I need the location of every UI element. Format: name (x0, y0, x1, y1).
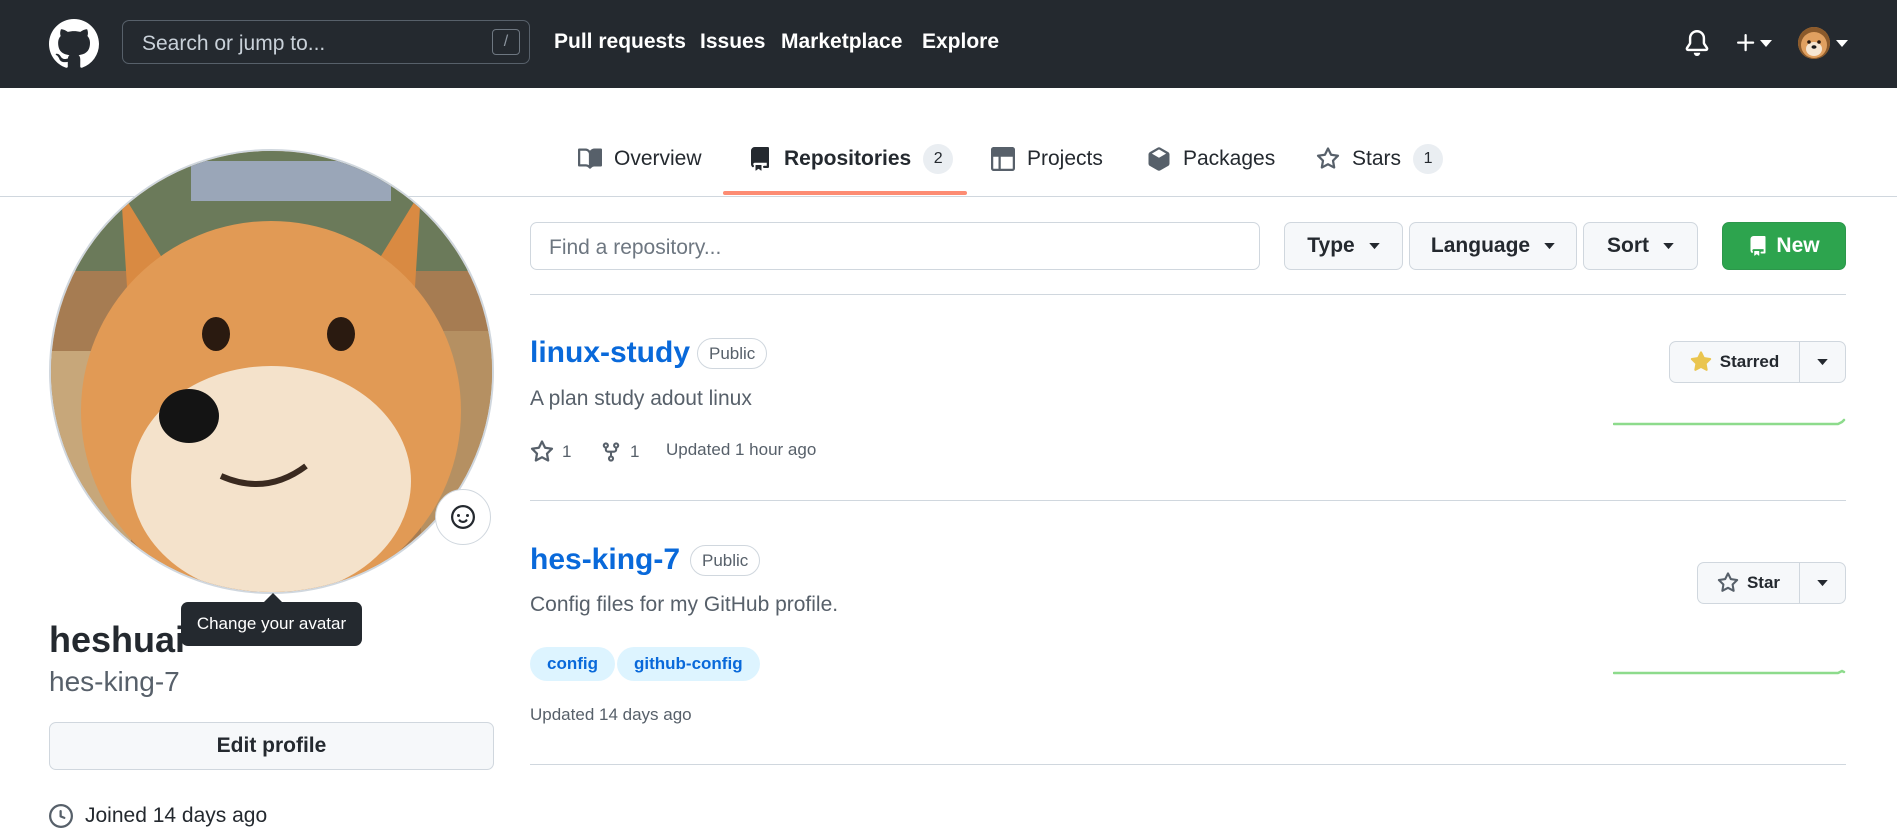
repo-link-hes-king-7[interactable]: hes-king-7 (530, 543, 680, 577)
updated-text: Updated 14 days ago (530, 705, 692, 724)
profile-username: hes-king-7 (49, 666, 180, 697)
language-filter-label: Language (1430, 234, 1531, 257)
star-icon (530, 440, 554, 462)
package-icon (1148, 147, 1170, 171)
star-lists-dropdown[interactable] (1800, 342, 1845, 382)
topic-tag[interactable]: github-config (617, 647, 760, 681)
type-filter-button[interactable]: Type (1284, 222, 1403, 270)
search-shortcut-key: / (492, 29, 520, 55)
find-repository-placeholder: Find a repository... (549, 236, 722, 259)
profile-fullname: heshuai (49, 619, 186, 660)
star-icon (1316, 147, 1340, 169)
tab-packages[interactable]: Packages (1147, 143, 1275, 197)
header-search-input[interactable]: Search or jump to... / (122, 20, 530, 64)
visibility-badge: Public (697, 338, 768, 369)
avatar-caret-down-icon[interactable] (1836, 40, 1848, 48)
topic-tag[interactable]: config (530, 647, 615, 681)
github-logo-icon[interactable] (49, 19, 99, 69)
notification-bell-icon[interactable] (1684, 29, 1710, 57)
repo-icon (751, 147, 769, 171)
repo-icon (1750, 236, 1766, 256)
tab-overview[interactable]: Overview (578, 143, 702, 197)
type-filter-label: Type (1307, 234, 1355, 257)
caret-down-icon (1817, 579, 1828, 586)
divider (530, 764, 1846, 765)
avatar-tooltip: Change your avatar (181, 602, 362, 646)
divider (530, 500, 1846, 501)
stars-count-badge: 1 (1413, 144, 1444, 174)
smiley-icon (451, 505, 475, 529)
starred-button-group: Starred (1669, 341, 1846, 383)
tooltip-arrow (264, 593, 282, 602)
activity-sparkline (1613, 418, 1846, 426)
plus-caret-down-icon[interactable] (1760, 40, 1772, 48)
active-tab-underline (723, 191, 967, 195)
tab-repositories[interactable]: Repositories 2 (748, 143, 954, 197)
edit-profile-button[interactable]: Edit profile (49, 722, 494, 770)
repo-description: Config files for my GitHub profile. (530, 593, 839, 616)
tab-projects-label: Projects (1027, 147, 1103, 170)
repo-forks-link[interactable]: 1 (600, 440, 639, 464)
caret-down-icon (1663, 242, 1674, 249)
new-button-label: New (1776, 234, 1820, 257)
starred-button[interactable]: Starred (1670, 342, 1800, 382)
tab-stars[interactable]: Stars 1 (1316, 143, 1444, 197)
tab-projects[interactable]: Projects (991, 143, 1103, 197)
table-icon (991, 147, 1015, 171)
repo-updated: Updated 14 days ago (530, 705, 692, 725)
fork-icon (602, 442, 620, 462)
language-filter-button[interactable]: Language (1409, 222, 1577, 270)
tab-packages-label: Packages (1183, 147, 1276, 170)
header-avatar[interactable] (1798, 27, 1830, 59)
nav-pull-requests[interactable]: Pull requests (554, 30, 686, 54)
repo-link-linux-study[interactable]: linux-study (530, 336, 690, 370)
repo-description: A plan study adout linux (530, 387, 752, 410)
nav-explore[interactable]: Explore (922, 30, 999, 54)
tab-repositories-label: Repositories (784, 147, 912, 170)
tab-overview-label: Overview (614, 147, 702, 170)
divider (530, 294, 1846, 295)
top-header: Search or jump to... / Pull requests Iss… (0, 0, 1897, 88)
activity-sparkline (1613, 669, 1846, 675)
repo-updated: Updated 1 hour ago (666, 440, 816, 460)
clock-icon (49, 804, 73, 828)
forks-count: 1 (630, 442, 640, 461)
tab-stars-label: Stars (1352, 147, 1402, 170)
create-new-plus-icon[interactable] (1734, 29, 1758, 57)
caret-down-icon (1368, 242, 1380, 249)
new-repository-button[interactable]: New (1722, 222, 1846, 270)
repositories-count-badge: 2 (923, 144, 954, 174)
book-icon (578, 148, 602, 169)
star-button-group: Star (1697, 562, 1846, 604)
starred-label: Starred (1719, 352, 1780, 371)
repo-stars-link[interactable]: 1 (530, 440, 571, 464)
star-lists-dropdown[interactable] (1800, 563, 1845, 603)
star-button[interactable]: Star (1698, 563, 1800, 603)
search-placeholder: Search or jump to... (142, 32, 326, 55)
header-avatar-image (1798, 27, 1830, 59)
sort-filter-button[interactable]: Sort (1583, 222, 1698, 270)
star-icon (1717, 572, 1739, 592)
find-repository-input[interactable]: Find a repository... (530, 222, 1260, 270)
sort-filter-label: Sort (1607, 234, 1649, 257)
star-label: Star (1746, 573, 1781, 592)
star-fill-icon (1690, 351, 1711, 371)
caret-down-icon (1817, 358, 1828, 365)
joined-date: Joined 14 days ago (49, 804, 267, 828)
updated-text: Updated 1 hour ago (666, 440, 817, 459)
visibility-badge: Public (690, 545, 761, 576)
nav-marketplace[interactable]: Marketplace (781, 30, 902, 54)
joined-text: Joined 14 days ago (85, 804, 268, 827)
profile-avatar-image (51, 151, 492, 592)
nav-issues[interactable]: Issues (700, 30, 765, 54)
stars-count: 1 (562, 442, 572, 461)
caret-down-icon (1544, 242, 1555, 249)
set-status-button[interactable] (435, 489, 491, 545)
profile-avatar[interactable] (49, 149, 494, 594)
